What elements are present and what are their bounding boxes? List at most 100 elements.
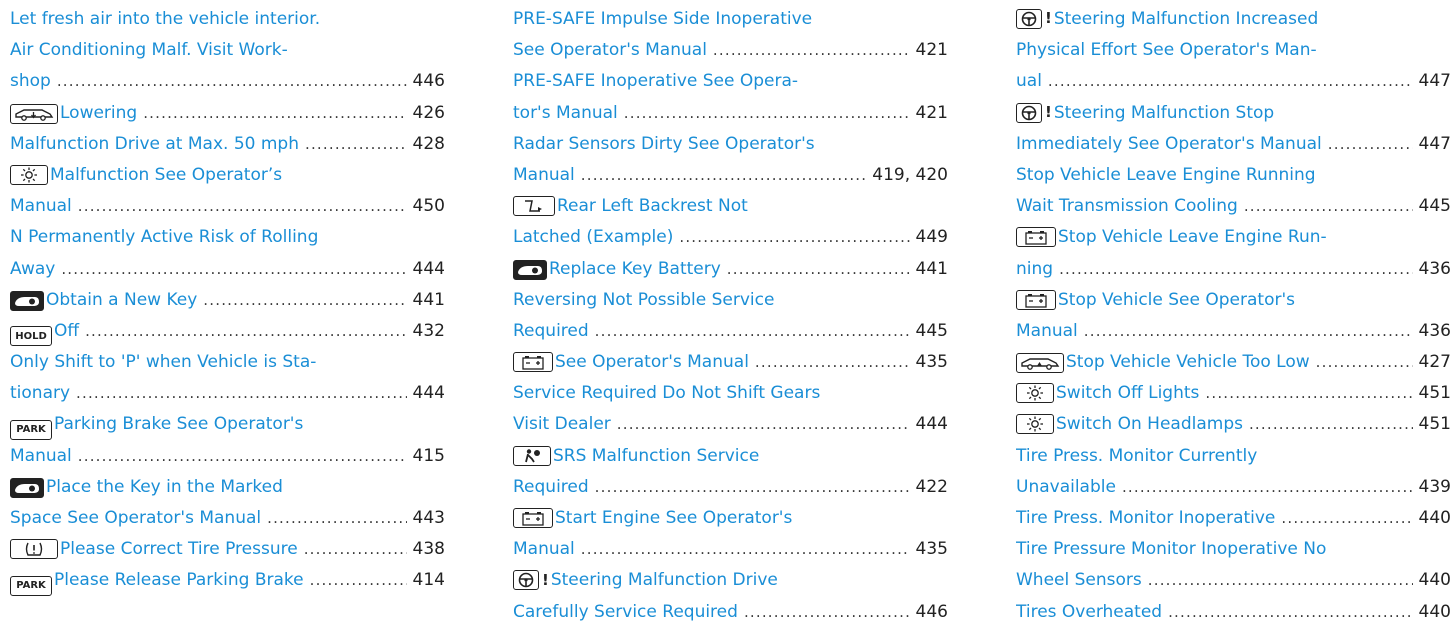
index-entry[interactable]: Stop Vehicle See Operator's Manual.......… xyxy=(1016,285,1451,347)
index-entry[interactable]: N Permanently Active Risk of Rolling Away… xyxy=(10,222,445,284)
entry-text: Manual xyxy=(10,445,72,466)
page-number: 440 xyxy=(1418,508,1451,528)
page-number: 449 xyxy=(915,227,948,248)
entry-text: Malfunction See Operator’s xyxy=(50,164,283,185)
index-entry[interactable]: Switch Off Lights.......................… xyxy=(1016,378,1451,409)
index-entry-line: ning....................................… xyxy=(1016,254,1451,285)
index-entry[interactable]: Obtain a New Key........................… xyxy=(10,285,445,316)
index-entry[interactable]: PARK Please Release Parking Brake........… xyxy=(10,565,445,596)
index-entry-line: SRS Malfunction Service xyxy=(513,441,948,472)
entry-text: Required xyxy=(513,476,589,497)
index-entry[interactable]: HOLD Off.................................… xyxy=(10,316,445,347)
index-entry[interactable]: Service Required Do Not Shift Gears Visit… xyxy=(513,378,948,440)
steering-warning-icon: ! xyxy=(1016,9,1052,29)
index-entry-line: HOLD Off.................................… xyxy=(10,316,445,347)
backrest-icon xyxy=(513,196,555,217)
entry-text: Switch On Headlamps xyxy=(1056,414,1243,435)
index-entry[interactable]: Stop Vehicle Vehicle Too Low............… xyxy=(1016,347,1451,378)
index-entry[interactable]: PRE-SAFE Impulse Side Inoperative See Ope… xyxy=(513,4,948,66)
index-entry-line: tor's Manual............................… xyxy=(513,98,948,129)
index-entry[interactable]: Tire Press. Monitor Inoperative.........… xyxy=(1016,503,1451,534)
index-entry[interactable]: Lowering................................… xyxy=(10,98,445,129)
index-entry[interactable]: ! Steering Malfunction Drive Carefully Ser… xyxy=(513,565,948,627)
leader-dots: ........................................… xyxy=(580,540,910,559)
leader-dots: ........................................… xyxy=(743,602,910,621)
index-entry-line: Radar Sensors Dirty See Operator's xyxy=(513,129,948,160)
index-entry-line: Please Correct Tire Pressure............… xyxy=(10,534,445,565)
entry-text: Wait Transmission Cooling xyxy=(1016,196,1238,217)
leader-dots: ........................................… xyxy=(1047,72,1413,91)
index-entry[interactable]: Please Correct Tire Pressure............… xyxy=(10,534,445,565)
index-entry[interactable]: Stop Vehicle Leave Engine Run-ning......… xyxy=(1016,222,1451,284)
entry-text: Stop Vehicle Leave Engine Run- xyxy=(1058,227,1327,248)
entry-text: Malfunction Drive at Max. 50 mph xyxy=(10,133,299,154)
index-entry[interactable]: Tires Overheated........................… xyxy=(1016,597,1451,628)
index-entry-line: PARK Parking Brake See Operator's xyxy=(10,409,445,441)
park-icon: PARK xyxy=(10,575,52,596)
index-entry[interactable]: Place the Key in the Marked Space See Ope… xyxy=(10,472,445,534)
index-entry[interactable]: Air Conditioning Malf. Visit Work-shop..… xyxy=(10,35,445,97)
leader-dots: ........................................… xyxy=(203,290,407,309)
index-entry-line: Stop Vehicle See Operator's xyxy=(1016,285,1451,316)
entry-text: Off xyxy=(54,320,80,341)
index-entry[interactable]: Stop Vehicle Leave Engine Running Wait Tr… xyxy=(1016,160,1451,222)
index-entry-line: Start Engine See Operator's xyxy=(513,503,948,534)
entry-text: Tires Overheated xyxy=(1016,601,1163,622)
light-icon xyxy=(10,164,48,185)
index-entry-line: Stop Vehicle Leave Engine Running xyxy=(1016,160,1451,191)
index-entry[interactable]: Tire Press. Monitor Currently Unavailable… xyxy=(1016,441,1451,503)
index-entry-line: See Operator's Manual...................… xyxy=(513,35,948,66)
leader-dots: ........................................… xyxy=(594,477,910,496)
page-number: 439 xyxy=(1418,476,1451,497)
light-icon xyxy=(1016,414,1054,435)
page-number: 446 xyxy=(915,601,948,622)
entry-text: tor's Manual xyxy=(513,102,618,123)
index-entry-line: Unavailable.............................… xyxy=(1016,472,1451,503)
entry-text: SRS Malfunction Service xyxy=(553,445,760,466)
entry-text: Rear Left Backrest Not xyxy=(557,196,748,217)
index-entry[interactable]: SRS Malfunction Service Required.........… xyxy=(513,441,948,503)
index-entry-line: Obtain a New Key........................… xyxy=(10,285,445,316)
leader-dots: ........................................… xyxy=(304,134,407,153)
index-entry[interactable]: Only Shift to 'P' when Vehicle is Sta-ti… xyxy=(10,347,445,409)
index-entry-line: PRE-SAFE Impulse Side Inoperative xyxy=(513,4,948,35)
index-entry-line: Immediately See Operator's Manual.......… xyxy=(1016,129,1451,160)
leader-dots: ........................................… xyxy=(1243,197,1413,216)
tire-pressure-icon xyxy=(10,539,58,560)
leader-dots: ........................................… xyxy=(85,321,407,340)
index-entry-line: Tires Overheated........................… xyxy=(1016,597,1451,628)
leader-dots: ........................................… xyxy=(56,72,407,91)
entry-text: Reversing Not Possible Service xyxy=(513,289,775,310)
leader-dots: ........................................… xyxy=(1059,259,1413,278)
leader-dots: ........................................… xyxy=(1121,477,1413,496)
index-entry[interactable]: Switch On Headlamps.....................… xyxy=(1016,409,1451,440)
leader-dots: ........................................… xyxy=(712,41,910,60)
entry-text: Manual xyxy=(10,196,72,217)
index-entry[interactable]: PARK Parking Brake See Operator's Manual..… xyxy=(10,409,445,471)
index-entry[interactable]: Let fresh air into the vehicle interior. xyxy=(10,4,445,35)
index-entry[interactable]: PRE-SAFE Inoperative See Opera-tor's Man… xyxy=(513,66,948,128)
page-number: 438 xyxy=(412,539,445,560)
index-entry-line: Switch Off Lights.......................… xyxy=(1016,378,1451,409)
index-entry[interactable]: Tire Pressure Monitor Inoperative No Whee… xyxy=(1016,534,1451,596)
index-entry[interactable]: ! Steering Malfunction Stop Immediately Se… xyxy=(1016,98,1451,160)
index-entry-line: Required................................… xyxy=(513,316,948,347)
index-entry-line: Tire Press. Monitor Currently xyxy=(1016,441,1451,472)
index-entry[interactable]: Replace Key Battery.....................… xyxy=(513,254,948,285)
index-entry[interactable]: ! Steering Malfunction Increased Physical … xyxy=(1016,4,1451,98)
index-entry-line: Manual..................................… xyxy=(513,160,948,191)
entry-text: Tire Press. Monitor Inoperative xyxy=(1016,508,1276,528)
index-entry[interactable]: Rear Left Backrest Not Latched (Example).… xyxy=(513,191,948,253)
index-entry-line: Let fresh air into the vehicle interior. xyxy=(10,4,445,35)
index-entry[interactable]: See Operator's Manual...................… xyxy=(513,347,948,378)
index-entry[interactable]: Start Engine See Operator's Manual.......… xyxy=(513,503,948,565)
steering-wheel-frame xyxy=(1016,102,1042,123)
index-entry[interactable]: Reversing Not Possible Service Required..… xyxy=(513,285,948,347)
index-column-3: ! Steering Malfunction Increased Physical … xyxy=(1016,4,1451,628)
index-entry[interactable]: Malfunction Drive at Max. 50 mph........… xyxy=(10,129,445,160)
index-entry-line: Switch On Headlamps.....................… xyxy=(1016,409,1451,440)
index-entry[interactable]: Malfunction See Operator’s Manual........… xyxy=(10,160,445,222)
entry-text: shop xyxy=(10,71,51,92)
index-entry[interactable]: Radar Sensors Dirty See Operator's Manual… xyxy=(513,129,948,191)
index-entry-line: shop....................................… xyxy=(10,66,445,97)
